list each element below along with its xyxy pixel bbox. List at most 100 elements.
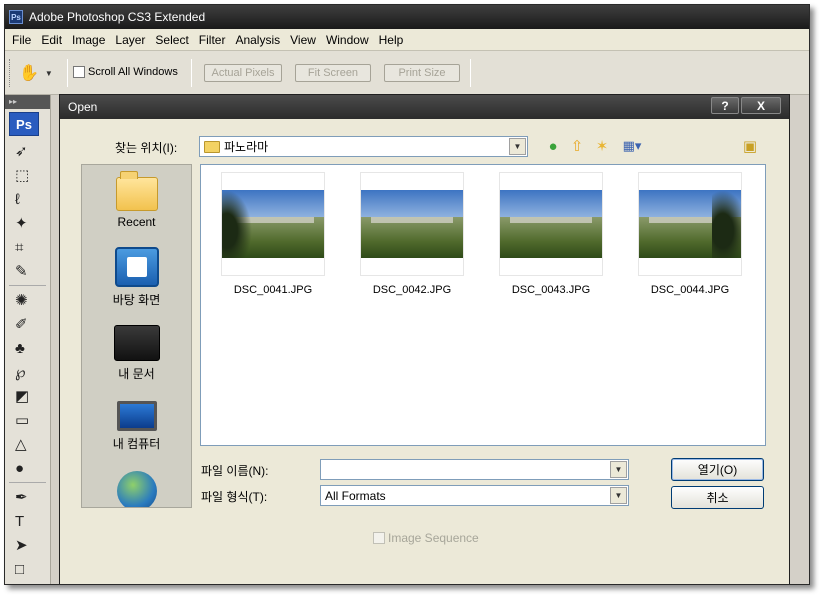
- menu-bar: File Edit Image Layer Select Filter Anal…: [5, 29, 809, 51]
- photo-thumbnail: [222, 190, 324, 258]
- filename-label: 파일 이름(N):: [201, 464, 269, 478]
- file-list-view[interactable]: DSC_0041.JPG DSC_0042.JPG DSC_0043.JPG D…: [200, 164, 766, 446]
- separator: [9, 482, 46, 483]
- options-bar: ✋ ▼ Scroll All Windows Actual Pixels Fit…: [5, 51, 809, 95]
- brush-tool-icon[interactable]: ✐: [5, 312, 50, 336]
- up-folder-icon[interactable]: ⇧: [567, 136, 587, 156]
- separator: [9, 285, 46, 286]
- open-button[interactable]: 열기(O): [671, 458, 764, 481]
- menu-file[interactable]: File: [7, 33, 36, 47]
- lasso-tool-icon[interactable]: ℓ: [5, 187, 50, 211]
- path-selection-tool-icon[interactable]: ➤: [5, 533, 50, 557]
- menu-help[interactable]: Help: [374, 33, 409, 47]
- bridge-icon[interactable]: ▣: [740, 136, 760, 156]
- menu-analysis[interactable]: Analysis: [230, 33, 285, 47]
- toolbox-header[interactable]: ▸▸: [5, 95, 50, 109]
- look-in-combo[interactable]: 파노라마 ▼: [199, 136, 528, 157]
- back-icon[interactable]: ●: [543, 136, 563, 156]
- look-in-value: 파노라마: [224, 140, 269, 154]
- menu-window[interactable]: Window: [321, 33, 374, 47]
- slice-tool-icon[interactable]: ✎: [5, 259, 50, 283]
- place-network[interactable]: [82, 471, 191, 507]
- history-brush-tool-icon[interactable]: ℘: [5, 360, 50, 384]
- menu-image[interactable]: Image: [67, 33, 110, 47]
- image-sequence-option[interactable]: Image Sequence: [373, 531, 479, 545]
- place-desktop[interactable]: 바탕 화면: [82, 247, 191, 308]
- thumbnail-frame: [499, 172, 603, 276]
- place-recent[interactable]: Recent: [82, 171, 191, 229]
- file-name: DSC_0044.JPG: [650, 284, 730, 296]
- thumbnail-frame: [221, 172, 325, 276]
- move-tool-icon[interactable]: ➶: [5, 139, 50, 163]
- hand-tool-preset[interactable]: ✋ ▼: [19, 62, 59, 84]
- chevron-down-icon[interactable]: ▼: [610, 487, 627, 504]
- scroll-all-windows-checkbox[interactable]: [73, 66, 85, 78]
- shape-tool-icon[interactable]: □: [5, 557, 50, 581]
- recent-folder-icon: [115, 171, 158, 211]
- place-label: 바탕 화면: [112, 293, 161, 307]
- place-my-documents[interactable]: 내 문서: [82, 325, 191, 382]
- photo-thumbnail: [500, 190, 602, 258]
- chevron-down-icon[interactable]: ▼: [610, 461, 627, 478]
- filetype-value: All Formats: [325, 488, 386, 503]
- blur-tool-icon[interactable]: △: [5, 432, 50, 456]
- scroll-all-windows-label: Scroll All Windows: [88, 66, 178, 78]
- eraser-tool-icon[interactable]: ◩: [5, 384, 50, 408]
- separator: [470, 59, 471, 87]
- hand-icon: ✋: [19, 65, 39, 82]
- file-item[interactable]: DSC_0044.JPG: [638, 172, 742, 296]
- fit-screen-button[interactable]: Fit Screen: [295, 64, 371, 82]
- file-item[interactable]: DSC_0042.JPG: [360, 172, 464, 296]
- options-grip[interactable]: [9, 59, 12, 87]
- cancel-button[interactable]: 취소: [671, 486, 764, 509]
- computer-icon: [116, 401, 157, 431]
- new-folder-icon[interactable]: ✶: [592, 136, 612, 156]
- place-my-computer[interactable]: 내 컴퓨터: [82, 401, 191, 452]
- magic-wand-tool-icon[interactable]: ✦: [5, 211, 50, 235]
- filetype-select[interactable]: All Formats ▼: [320, 485, 629, 506]
- photoshop-badge[interactable]: Ps: [9, 112, 39, 136]
- file-item[interactable]: DSC_0041.JPG: [221, 172, 325, 296]
- help-button[interactable]: ?: [711, 97, 739, 114]
- menu-edit[interactable]: Edit: [36, 33, 67, 47]
- filetype-label: 파일 형식(T):: [201, 490, 268, 504]
- stamp-tool-icon[interactable]: ♣: [5, 336, 50, 360]
- marquee-tool-icon[interactable]: ⬚: [5, 163, 50, 187]
- print-size-button[interactable]: Print Size: [384, 64, 460, 82]
- close-button[interactable]: X: [741, 97, 781, 114]
- thumbnail-frame: [638, 172, 742, 276]
- photoshop-window: Ps Adobe Photoshop CS3 Extended File Edi…: [4, 4, 810, 585]
- chevron-down-icon: ▼: [44, 68, 53, 78]
- desktop-icon: [114, 247, 159, 287]
- crop-tool-icon[interactable]: ⌗: [5, 235, 50, 259]
- menu-filter[interactable]: Filter: [194, 33, 231, 47]
- scroll-all-windows-option[interactable]: Scroll All Windows: [73, 66, 178, 78]
- menu-select[interactable]: Select: [150, 33, 193, 47]
- menu-view[interactable]: View: [285, 33, 321, 47]
- dodge-tool-icon[interactable]: ●: [5, 456, 50, 480]
- network-icon: [116, 471, 157, 507]
- pen-tool-icon[interactable]: ✒: [5, 485, 50, 509]
- file-item[interactable]: DSC_0043.JPG: [499, 172, 603, 296]
- healing-tool-icon[interactable]: ✺: [5, 288, 50, 312]
- file-name: DSC_0041.JPG: [233, 284, 313, 296]
- dialog-titlebar[interactable]: Open ? X: [60, 95, 789, 119]
- photo-thumbnail: [361, 190, 463, 258]
- chevron-down-icon[interactable]: ▼: [509, 138, 526, 155]
- thumbnail-frame: [360, 172, 464, 276]
- type-tool-icon[interactable]: T: [5, 509, 50, 533]
- filename-input[interactable]: ▼: [320, 459, 629, 480]
- toolbox: ▸▸ Ps ➶ ⬚ ℓ ✦ ⌗ ✎ ✺ ✐ ♣ ℘ ◩ ▭ △ ● ✒ T ➤ …: [5, 95, 51, 584]
- places-bar: Recent 바탕 화면 내 문서 내 컴퓨터: [81, 164, 192, 508]
- image-sequence-checkbox[interactable]: [373, 532, 385, 544]
- place-label: 내 문서: [118, 367, 155, 381]
- app-title: Adobe Photoshop CS3 Extended: [29, 10, 206, 24]
- gradient-tool-icon[interactable]: ▭: [5, 408, 50, 432]
- documents-icon: [113, 325, 160, 361]
- menu-layer[interactable]: Layer: [110, 33, 150, 47]
- actual-pixels-button[interactable]: Actual Pixels: [204, 64, 282, 82]
- photo-thumbnail: [639, 190, 741, 258]
- folder-icon: [204, 140, 220, 153]
- view-menu-icon[interactable]: ▦▾: [618, 136, 646, 156]
- open-dialog: Open ? X 찾는 위치(I): 파노라마 ▼ ● ⇧ ✶ ▦▾ ▣ Rec…: [59, 94, 790, 584]
